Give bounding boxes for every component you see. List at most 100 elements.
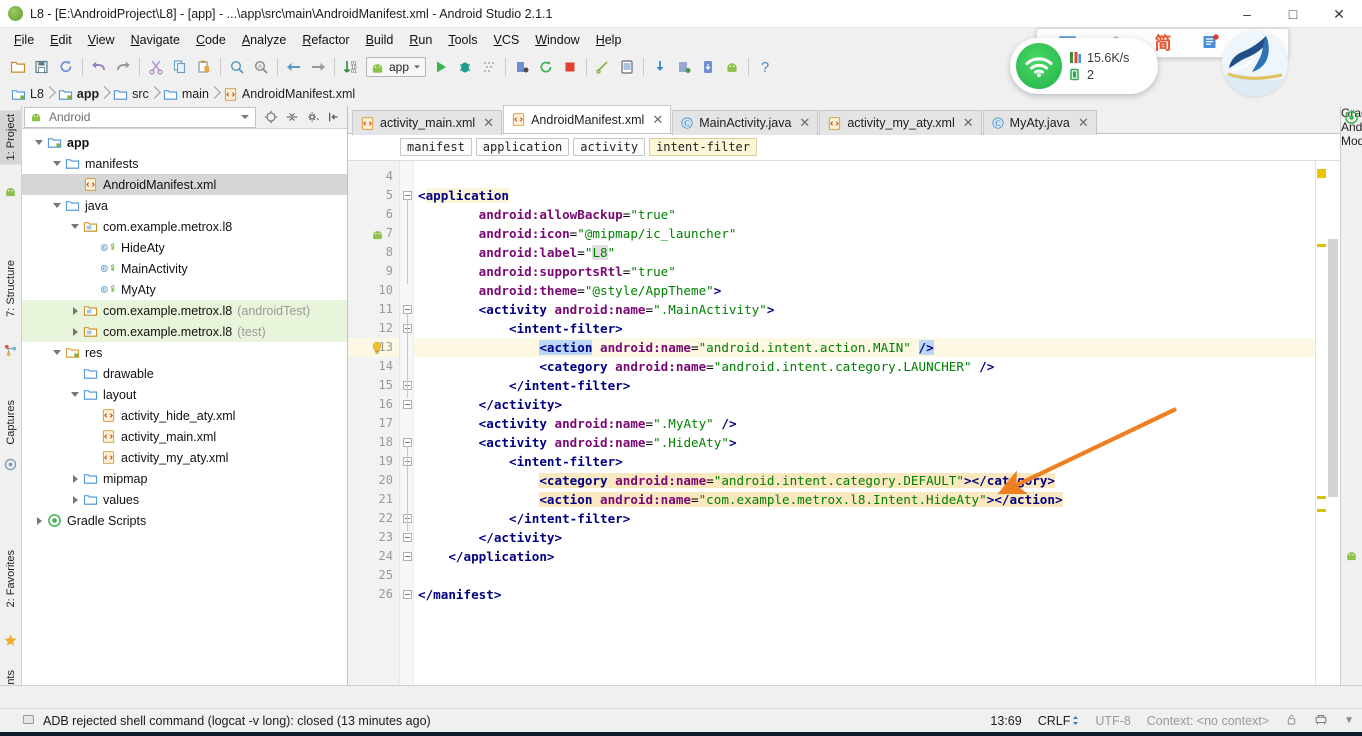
editor-tab-activity-my-aty-xml[interactable]: activity_my_aty.xml ✕	[819, 110, 982, 135]
tree-node-res[interactable]: res	[22, 342, 347, 363]
structure-chip-activity[interactable]: activity	[573, 138, 646, 156]
chevron-right-icon[interactable]	[68, 325, 82, 339]
find-icon[interactable]	[225, 55, 249, 79]
close-icon[interactable]: ✕	[963, 115, 974, 131]
menu-item-vcs[interactable]: VCS	[486, 30, 528, 50]
structure-chip-application[interactable]: application	[475, 138, 570, 156]
tree-node-com-example-metrox-l8[interactable]: com.example.metrox.l8 (test)	[22, 321, 347, 342]
coverage-button[interactable]	[477, 55, 501, 79]
collapse-all-icon[interactable]	[283, 108, 301, 126]
rail-tab-2--favorites[interactable]: 2: Favorites	[0, 546, 22, 611]
close-button[interactable]: ✕	[1316, 0, 1362, 28]
run-button[interactable]	[429, 55, 453, 79]
lightbulb-icon[interactable]	[370, 341, 384, 355]
line-separator[interactable]: CRLF	[1038, 714, 1080, 728]
chevron-right-icon[interactable]	[32, 514, 46, 528]
breadcrumb-item-main[interactable]: main	[159, 85, 219, 104]
close-icon[interactable]: ✕	[483, 115, 494, 131]
menu-item-refactor[interactable]: Refactor	[294, 30, 357, 50]
context-indicator[interactable]: Context: <no context>	[1147, 714, 1269, 728]
android-icon[interactable]	[720, 55, 744, 79]
tree-node-drawable[interactable]: drawable	[22, 363, 347, 384]
tree-node-app[interactable]: app	[22, 132, 347, 153]
menu-item-tools[interactable]: Tools	[440, 30, 485, 50]
tree-node-myaty[interactable]: C MyAty	[22, 279, 347, 300]
editor-tab-myaty-java[interactable]: C MyAty.java ✕	[982, 110, 1097, 135]
editor-tab-mainactivity-java[interactable]: C MainActivity.java ✕	[672, 110, 819, 135]
tree-node-gradle-scripts[interactable]: Gradle Scripts	[22, 510, 347, 531]
menu-item-navigate[interactable]: Navigate	[123, 30, 188, 50]
code-editor[interactable]: 4 5 6 7 8 9 10 11 12 13 14 15 16 17 18 19 20 21 22 23 24 25 26…	[348, 161, 1340, 685]
chevron-down-icon[interactable]	[68, 388, 82, 402]
sdk-manager-icon[interactable]	[591, 55, 615, 79]
fold-marker[interactable]	[403, 552, 412, 561]
chevron-right-icon[interactable]	[68, 472, 82, 486]
replace-icon[interactable]: A	[249, 55, 273, 79]
run-configuration-selector[interactable]: app	[366, 57, 427, 77]
code-content[interactable]: <application android:allowBackup="true" …	[414, 161, 1315, 685]
tree-node-mipmap[interactable]: mipmap	[22, 468, 347, 489]
network-speed-widget[interactable]: 15.6K/s 2	[1010, 38, 1158, 94]
rerun-icon[interactable]	[534, 55, 558, 79]
attach-debugger-icon[interactable]	[510, 55, 534, 79]
tree-node-androidmanifest-xml[interactable]: AndroidManifest.xml	[22, 174, 347, 195]
structure-chip-intent-filter[interactable]: intent-filter	[649, 138, 757, 156]
save-all-icon[interactable]	[30, 55, 54, 79]
ime-mode-label[interactable]: 简	[1154, 35, 1171, 52]
navigate-forward-icon[interactable]	[306, 55, 330, 79]
menu-item-run[interactable]: Run	[401, 30, 440, 50]
editor-tab-activity-main-xml[interactable]: activity_main.xml ✕	[352, 110, 503, 135]
copy-icon[interactable]	[168, 55, 192, 79]
fold-marker[interactable]	[403, 400, 412, 409]
project-view-selector[interactable]: Android	[24, 106, 256, 128]
sync-icon[interactable]	[54, 55, 78, 79]
chevron-right-icon[interactable]	[68, 304, 82, 318]
menu-item-edit[interactable]: Edit	[42, 30, 80, 50]
breadcrumb-item-src[interactable]: src	[109, 85, 159, 104]
tree-node-com-example-metrox-l8[interactable]: com.example.metrox.l8	[22, 216, 347, 237]
menu-item-analyze[interactable]: Analyze	[234, 30, 294, 50]
help-icon[interactable]: ?	[753, 55, 777, 79]
minimize-button[interactable]: –	[1224, 0, 1270, 28]
tree-node-java[interactable]: java	[22, 195, 347, 216]
breadcrumb-item-l8[interactable]: L8	[7, 85, 54, 104]
menu-item-view[interactable]: View	[80, 30, 123, 50]
avd-manager-icon[interactable]	[615, 55, 639, 79]
cut-icon[interactable]	[144, 55, 168, 79]
rail-tab-7--structure[interactable]: 7: Structure	[0, 256, 22, 321]
structure-chip-manifest[interactable]: manifest	[400, 138, 472, 156]
note-icon[interactable]	[1202, 33, 1219, 53]
scroll-down-icon[interactable]: ▼	[1344, 715, 1354, 726]
menu-item-build[interactable]: Build	[358, 30, 402, 50]
close-icon[interactable]: ✕	[652, 112, 663, 128]
paste-icon[interactable]	[192, 55, 216, 79]
rail-tab-captures[interactable]: Captures	[0, 396, 22, 449]
tree-node-hideaty[interactable]: C HideAty	[22, 237, 347, 258]
tree-node-activity-my-aty-xml[interactable]: activity_my_aty.xml	[22, 447, 347, 468]
chevron-down-icon[interactable]	[50, 346, 64, 360]
navigate-back-icon[interactable]	[282, 55, 306, 79]
chevron-down-icon[interactable]	[32, 136, 46, 150]
tree-node-values[interactable]: values	[22, 489, 347, 510]
close-icon[interactable]: ✕	[799, 115, 810, 131]
caret-position[interactable]: 13:69	[990, 714, 1021, 728]
editor-tab-androidmanifest-xml[interactable]: AndroidManifest.xml ✕	[503, 105, 672, 133]
tree-node-com-example-metrox-l8[interactable]: com.example.metrox.l8 (androidTest)	[22, 300, 347, 321]
chevron-right-icon[interactable]	[68, 493, 82, 507]
rail-tab-1--project[interactable]: 1: Project	[0, 110, 22, 165]
lock-icon[interactable]	[1285, 713, 1298, 729]
chevron-down-icon[interactable]	[50, 199, 64, 213]
maximize-button[interactable]: □	[1270, 0, 1316, 28]
close-icon[interactable]: ✕	[1078, 115, 1089, 131]
stop-icon[interactable]	[558, 55, 582, 79]
fold-marker[interactable]	[403, 533, 412, 542]
hide-panel-icon[interactable]	[325, 108, 343, 126]
update-project-icon[interactable]	[648, 55, 672, 79]
menu-item-file[interactable]: File	[6, 30, 42, 50]
inspection-icon[interactable]	[1314, 712, 1328, 729]
chevron-down-icon[interactable]	[68, 220, 82, 234]
tree-node-mainactivity[interactable]: C MainActivity	[22, 258, 347, 279]
debug-button[interactable]	[453, 55, 477, 79]
menu-item-help[interactable]: Help	[588, 30, 630, 50]
tree-node-activity-main-xml[interactable]: activity_main.xml	[22, 426, 347, 447]
